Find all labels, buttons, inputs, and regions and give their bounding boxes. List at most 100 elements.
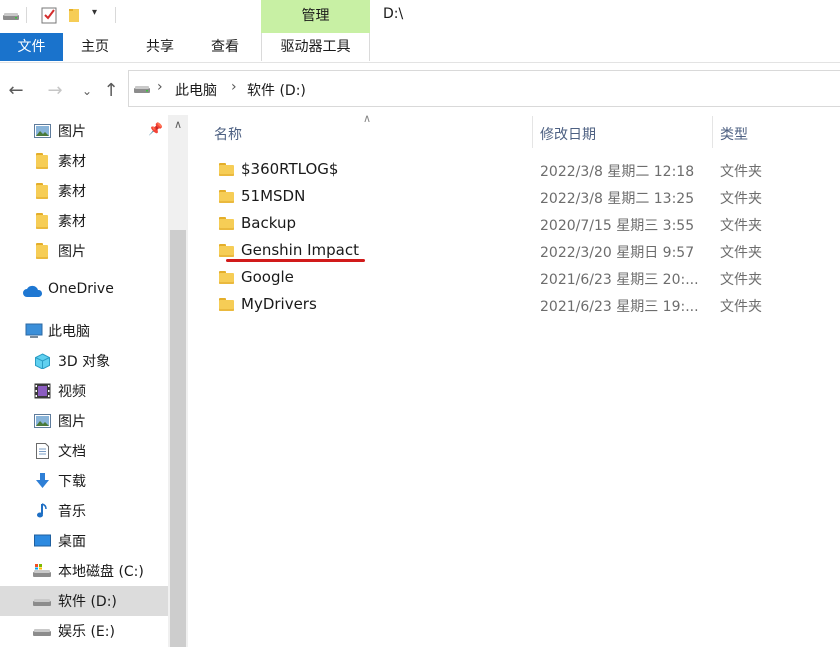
nav-item-drive-e[interactable]: 娱乐 (E:)	[0, 616, 168, 646]
nav-item-label: 下载	[58, 474, 86, 490]
desktop-icon	[34, 534, 51, 547]
back-arrow-icon[interactable]: ←	[5, 80, 27, 102]
nav-item-label: 图片	[58, 244, 86, 260]
nav-item-folder[interactable]: 图片	[0, 236, 168, 266]
forward-arrow-icon[interactable]: →	[44, 80, 66, 102]
address-bar[interactable]: › 此电脑 › 软件 (D:)	[128, 70, 840, 107]
nav-item-label: 图片	[58, 414, 86, 430]
pictures-icon	[34, 414, 51, 428]
file-name: Backup	[241, 214, 296, 232]
drive-icon	[33, 629, 51, 636]
file-row[interactable]: 51MSDN 2022/3/8 星期二 13:25 文件夹	[198, 184, 840, 211]
nav-item-folder[interactable]: 素材	[0, 206, 168, 236]
computer-icon	[25, 323, 43, 338]
nav-item-label: 素材	[58, 154, 86, 170]
file-type: 文件夹	[720, 191, 762, 207]
up-arrow-icon[interactable]: ↑	[100, 80, 122, 102]
recent-locations-chevron-icon[interactable]: ⌄	[76, 80, 98, 102]
customize-toolbar-icon[interactable]: ▾	[92, 7, 97, 18]
folder-icon	[36, 153, 48, 169]
file-row[interactable]: MyDrivers 2021/6/23 星期三 19:... 文件夹	[198, 292, 840, 319]
documents-icon	[36, 443, 49, 459]
file-row[interactable]: Google 2021/6/23 星期三 20:... 文件夹	[198, 265, 840, 292]
breadcrumb-drive-d[interactable]: 软件 (D:)	[247, 80, 306, 100]
folder-icon	[219, 163, 234, 176]
nav-item-label: 娱乐 (E:)	[58, 624, 115, 640]
nav-item-3d-objects[interactable]: 3D 对象	[0, 346, 168, 376]
nav-item-label: 桌面	[58, 534, 86, 550]
nav-item-documents[interactable]: 文档	[0, 436, 168, 466]
column-header-type[interactable]: 类型	[720, 124, 748, 144]
new-folder-icon[interactable]	[66, 6, 84, 24]
nav-item-folder[interactable]: 素材	[0, 146, 168, 176]
nav-item-label: 本地磁盘 (C:)	[58, 564, 144, 580]
ribbon-tabs: 文件 主页 共享 查看 驱动器工具	[0, 33, 840, 63]
folder-icon	[219, 190, 234, 203]
drive-icon[interactable]	[2, 6, 20, 24]
context-tab-manage[interactable]: 管理	[261, 0, 370, 33]
folder-icon	[36, 243, 48, 259]
nav-item-folder[interactable]: 素材	[0, 176, 168, 206]
tab-share[interactable]: 共享	[132, 33, 188, 61]
toolbar-separator	[26, 7, 27, 23]
title-bar: ▾ 管理 D:\	[0, 0, 840, 33]
file-name: $360RTLOG$	[241, 160, 339, 178]
file-type: 文件夹	[720, 164, 762, 180]
music-icon	[37, 503, 47, 518]
nav-item-pictures[interactable]: 图片	[0, 406, 168, 436]
tab-drive-tools[interactable]: 驱动器工具	[261, 33, 370, 61]
toolbar-separator	[115, 7, 116, 23]
column-header-name[interactable]: 名称	[214, 124, 242, 144]
file-type: 文件夹	[720, 218, 762, 234]
file-name: MyDrivers	[241, 295, 317, 313]
nav-item-videos[interactable]: 视频	[0, 376, 168, 406]
nav-item-this-pc[interactable]: 此电脑	[0, 316, 168, 346]
nav-item-label: 图片	[58, 124, 86, 140]
column-header-date[interactable]: 修改日期	[540, 124, 596, 144]
nav-item-label: 此电脑	[48, 324, 90, 340]
file-date: 2020/7/15 星期三 3:55	[540, 218, 695, 234]
drive-c-icon	[33, 564, 51, 577]
nav-item-label: 视频	[58, 384, 86, 400]
tab-file[interactable]: 文件	[0, 33, 63, 61]
nav-item-desktop[interactable]: 桌面	[0, 526, 168, 556]
tab-view[interactable]: 查看	[197, 33, 253, 61]
scroll-up-arrow-icon[interactable]: ∧	[170, 117, 186, 133]
file-date: 2022/3/8 星期二 13:25	[540, 191, 695, 207]
breadcrumb-chevron-icon[interactable]: ›	[231, 79, 237, 95]
nav-scrollbar-thumb[interactable]	[170, 230, 186, 647]
column-divider[interactable]	[712, 116, 713, 148]
pictures-icon	[34, 124, 51, 138]
file-type: 文件夹	[720, 299, 762, 315]
file-row[interactable]: $360RTLOG$ 2022/3/8 星期二 12:18 文件夹	[198, 157, 840, 184]
nav-item-label: 素材	[58, 214, 86, 230]
nav-item-local-disk-c[interactable]: 本地磁盘 (C:)	[0, 556, 168, 586]
file-type: 文件夹	[720, 272, 762, 288]
nav-item-label: 文档	[58, 444, 86, 460]
file-name: 51MSDN	[241, 187, 306, 205]
folder-icon	[219, 217, 234, 230]
nav-item-music[interactable]: 音乐	[0, 496, 168, 526]
file-date: 2022/3/20 星期日 9:57	[540, 245, 695, 261]
breadcrumb-this-pc[interactable]: 此电脑	[175, 80, 217, 100]
nav-item-drive-d[interactable]: 软件 (D:)	[0, 586, 168, 616]
tab-home[interactable]: 主页	[67, 33, 123, 61]
drive-icon	[134, 86, 150, 93]
breadcrumb-chevron-icon[interactable]: ›	[157, 79, 163, 95]
file-date: 2021/6/23 星期三 20:...	[540, 272, 699, 288]
3d-objects-icon	[35, 353, 50, 369]
folder-icon	[219, 298, 234, 311]
nav-item-onedrive[interactable]: OneDrive	[0, 276, 168, 306]
nav-item-label: 素材	[58, 184, 86, 200]
nav-item-downloads[interactable]: 下载	[0, 466, 168, 496]
column-divider[interactable]	[532, 116, 533, 148]
file-row[interactable]: Backup 2020/7/15 星期三 3:55 文件夹	[198, 211, 840, 238]
file-date: 2021/6/23 星期三 19:...	[540, 299, 699, 315]
folder-icon	[219, 271, 234, 284]
videos-icon	[34, 383, 51, 399]
file-name: Google	[241, 268, 294, 286]
nav-item-pictures[interactable]: 图片	[0, 116, 168, 146]
downloads-icon	[36, 473, 49, 488]
folder-icon	[36, 213, 48, 229]
properties-icon[interactable]	[40, 6, 58, 24]
